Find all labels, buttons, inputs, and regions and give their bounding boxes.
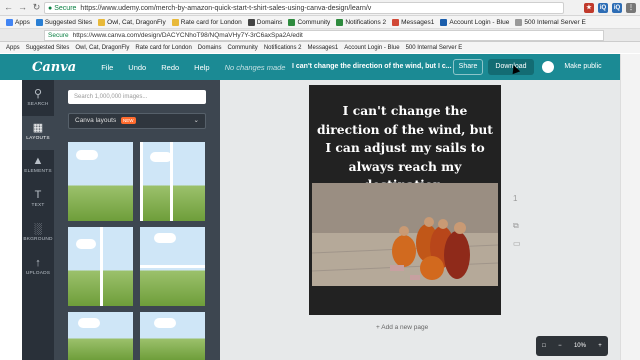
bookmark-suggested[interactable]: Suggested Sites [35,18,92,26]
rail-uploads[interactable]: ↑ UPLOADS [22,252,54,286]
bookmarks-bar: Apps Suggested Sites Owl, Cat, DragonFly… [0,16,640,29]
bookmark-messages[interactable]: Messages1 [392,18,434,26]
rail-search-label: SEARCH [27,102,49,107]
rail-text-label: TEXT [31,203,45,208]
bookmark-domains-inner[interactable]: Domains [198,45,222,51]
canva-topbar: Canva File Undo Redo Help No changes mad… [0,54,620,80]
extension-icon[interactable]: ★ [584,3,594,13]
avatar[interactable] [542,61,554,73]
search-icon: ⚲ [33,88,43,100]
rail-layouts[interactable]: ▦ LAYOUTS [22,116,54,150]
rail-uploads-label: UPLOADS [25,271,51,276]
chevron-down-icon: ⌄ [193,117,199,124]
layout-thumbnail[interactable] [68,142,133,221]
url-text: https://www.udemy.com/merch-by-amazon-qu… [80,4,372,12]
new-badge: NEW [121,117,136,124]
secure-label: Secure [54,4,77,12]
extension-icon[interactable]: iQ [612,3,622,13]
rail-search[interactable]: ⚲ SEARCH [22,82,54,116]
forward-icon[interactable]: → [17,2,28,13]
bookmark-owl-inner[interactable]: Owl, Cat, DragonFly [75,45,129,51]
menu-icon[interactable]: ⋮ [626,3,636,13]
quote-text[interactable]: I can't change the direction of the wind… [314,102,496,195]
bookmark-ratecard[interactable]: Rate card for London [171,18,242,26]
layout-thumbnail[interactable] [140,227,205,306]
monks-photo[interactable] [312,183,498,286]
bookmark-apps-inner[interactable]: Apps [6,45,20,51]
bookmark-suggested-inner[interactable]: Suggested Sites [26,45,70,51]
image-search-input[interactable]: Search 1,000,000 images... [68,90,206,104]
inner-browser-toolbar: Secure https://www.canva.com/design/DACY… [0,29,640,42]
zoom-controls: □ − 10% + [536,336,608,356]
zoom-in-icon[interactable]: + [598,343,602,349]
layout-thumbnail[interactable] [140,142,205,221]
side-rail: ⚲ SEARCH ▦ LAYOUTS ▲ ELEMENTS T TEXT ░ B… [22,80,54,360]
layout-thumbnail[interactable] [68,312,133,360]
add-page-button[interactable]: + Add a new page [376,324,428,331]
bookmark-account-inner[interactable]: Account Login - Blue [344,45,399,51]
reload-icon[interactable]: ↻ [31,2,42,13]
lock-icon: ● [48,4,53,12]
menu-undo[interactable]: Undo [128,63,146,72]
bookmark-domains[interactable]: Domains [247,18,282,26]
bookmark-apps[interactable]: Apps [6,18,30,26]
inner-url-text: https://www.canva.com/design/DACYCNhoT98… [72,32,303,39]
bookmark-500[interactable]: 500 Internal Server E [515,18,586,26]
menu-help[interactable]: Help [194,63,209,72]
bookmark-notifications[interactable]: Notifications 2 [336,18,386,26]
menu-file[interactable]: File [101,63,113,72]
elements-icon: ▲ [32,155,44,167]
dropdown-label: Canva layouts [75,117,117,124]
inner-bookmarks-bar: Apps Suggested Sites Owl, Cat, DragonFly… [0,42,640,53]
rail-background-label: BKGROUND [23,237,53,242]
rail-elements-label: ELEMENTS [24,169,52,174]
zoom-level[interactable]: 10% [574,343,586,349]
rail-layouts-label: LAYOUTS [26,136,50,141]
back-icon[interactable]: ← [3,2,14,13]
delete-icon[interactable]: ▭ [513,239,521,248]
bookmark-ratecard-inner[interactable]: Rate card for London [135,45,191,51]
layouts-dropdown[interactable]: Canva layouts NEW ⌄ [68,113,206,129]
save-status: No changes made [224,62,286,72]
text-icon: T [34,189,42,201]
comment-icon[interactable]: □ [542,343,546,349]
page-number: 1 [513,194,518,203]
share-button[interactable]: Share [453,59,483,75]
document-title[interactable]: I can't change the direction of the wind… [292,63,452,70]
make-public-button[interactable]: Make public [558,59,608,75]
bookmark-community[interactable]: Community [288,18,330,26]
bookmark-community-inner[interactable]: Community [227,45,257,51]
zoom-out-icon[interactable]: − [558,343,562,349]
page-scrollbar[interactable] [620,54,640,360]
canva-logo[interactable]: Canva [32,60,76,75]
address-bar[interactable]: ● Secure https://www.udemy.com/merch-by-… [44,2,564,14]
layout-thumbnail[interactable] [140,312,205,360]
background-icon: ░ [34,223,42,235]
layouts-panel: Search 1,000,000 images... Canva layouts… [54,80,220,360]
rail-background[interactable]: ░ BKGROUND [22,218,54,252]
layout-thumbnail[interactable] [68,227,133,306]
page-tools: 1 ⧉ ▭ [513,194,521,248]
browser-toolbar: ← → ↻ ● Secure https://www.udemy.com/mer… [0,0,640,16]
bookmark-notifications-inner[interactable]: Notifications 2 [264,45,302,51]
menu-redo[interactable]: Redo [161,63,179,72]
layouts-icon: ▦ [32,122,44,134]
duplicate-icon[interactable]: ⧉ [513,221,521,231]
bookmark-500-inner[interactable]: 500 Internal Server E [406,45,463,51]
rail-text[interactable]: T TEXT [22,184,54,218]
inner-address-bar[interactable]: Secure https://www.canva.com/design/DACY… [44,30,604,41]
bookmark-owl[interactable]: Owl, Cat, DragonFly [98,18,166,26]
uploads-icon: ↑ [35,257,41,269]
bookmark-account[interactable]: Account Login - Blue [440,18,509,26]
extension-icon[interactable]: iQ [598,3,608,13]
bookmark-messages-inner[interactable]: Messages1 [308,45,339,51]
rail-elements[interactable]: ▲ ELEMENTS [22,150,54,184]
inner-secure-label: Secure [48,32,69,39]
